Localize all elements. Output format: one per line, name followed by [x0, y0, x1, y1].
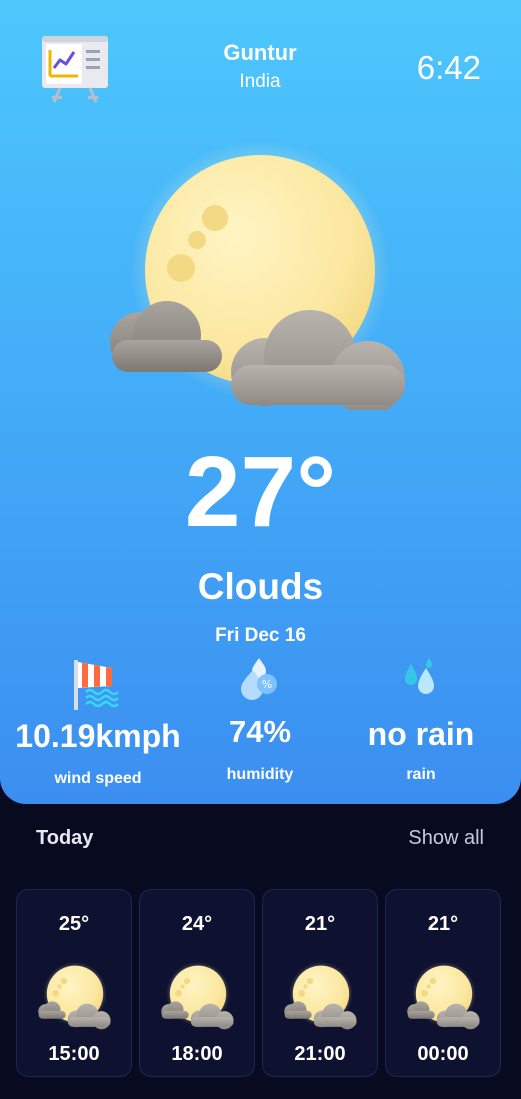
hour-temperature: 24° [181, 913, 213, 935]
windsock-icon [74, 660, 119, 710]
current-date: Fri Dec 16 [215, 625, 306, 646]
rain-label: rain [406, 766, 436, 783]
hour-temperature: 21° [427, 913, 459, 935]
country-name: India [239, 71, 281, 92]
moon-clouds-icon [283, 960, 359, 1030]
svg-text:%: % [262, 678, 272, 691]
current-time: 6:42 [416, 49, 481, 86]
weather-condition: Clouds [197, 566, 324, 607]
weather-screen: Guntur India 6:42 27° Clouds Fri Dec 16 … [0, 0, 521, 1099]
hour-card[interactable]: 21° 00:00 [385, 889, 501, 1077]
moon-clouds-icon [105, 140, 415, 415]
current-weather-panel: Guntur India 6:42 27° Clouds Fri Dec 16 … [0, 0, 521, 804]
hour-temperature: 21° [304, 913, 336, 935]
hour-time: 18:00 [171, 1043, 223, 1065]
chart-board-icon[interactable] [38, 30, 112, 104]
humidity-drops-icon: % [241, 658, 277, 700]
rain-value: no rain [367, 716, 475, 752]
hour-card[interactable]: 25° 15:00 [16, 889, 132, 1077]
hour-card[interactable]: 24° 18:00 [139, 889, 255, 1077]
moon-clouds-icon [406, 960, 482, 1030]
hour-card[interactable]: 21° 21:00 [262, 889, 378, 1077]
rain-stat: no rain rain [321, 656, 521, 784]
city-name: Guntur [223, 40, 297, 65]
current-temperature: 27° [184, 436, 337, 548]
hour-time: 00:00 [417, 1043, 469, 1065]
hour-temperature: 25° [58, 913, 90, 935]
hour-time: 21:00 [294, 1043, 346, 1065]
hour-time: 15:00 [48, 1043, 100, 1065]
moon-clouds-icon [37, 960, 113, 1030]
show-all-link[interactable]: Show all [408, 826, 484, 850]
location: Guntur India [160, 40, 360, 94]
rain-drops-icon [405, 658, 434, 694]
moon-clouds-icon [160, 960, 236, 1030]
forecast-title: Today [36, 827, 94, 849]
hourly-forecast: 25° 15:00 24° 18:00 21° 21:00 21° 00:00 [16, 889, 506, 1079]
